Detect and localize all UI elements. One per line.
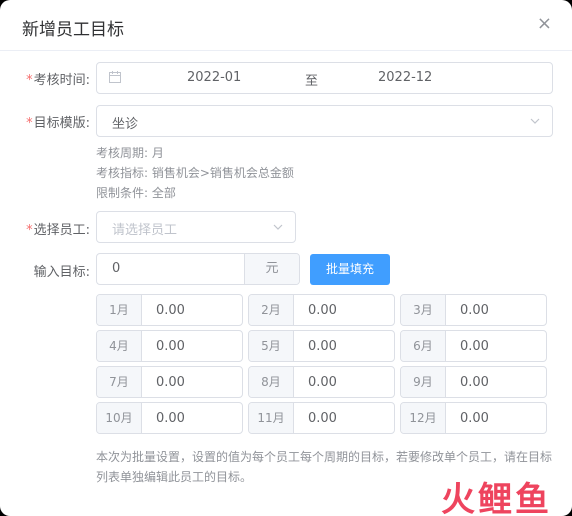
month-label: 10月 (97, 403, 142, 433)
month-label: 6月 (401, 331, 446, 361)
template-select[interactable]: 坐诊 (96, 105, 553, 137)
target-amount-input[interactable]: 0 元 (96, 253, 300, 285)
calendar-icon (109, 71, 121, 83)
chevron-down-icon (273, 224, 283, 230)
limit-info: 限制条件: 全部 (96, 186, 176, 200)
month-target-input[interactable]: 5月 0.00 (248, 330, 395, 362)
month-target-input[interactable]: 7月 0.00 (96, 366, 243, 398)
month-target-input[interactable]: 9月 0.00 (400, 366, 547, 398)
month-target-input[interactable]: 8月 0.00 (248, 366, 395, 398)
watermark-logo: 火鲤鱼 (441, 480, 552, 516)
month-value[interactable]: 0.00 (460, 411, 489, 426)
month-label: 3月 (401, 295, 446, 325)
required-mark: * (26, 223, 33, 238)
month-target-input[interactable]: 4月 0.00 (96, 330, 243, 362)
employee-placeholder: 请选择员工 (112, 223, 178, 238)
month-target-input[interactable]: 6月 0.00 (400, 330, 547, 362)
month-target-input[interactable]: 12月 0.00 (400, 402, 547, 434)
template-value: 坐诊 (112, 117, 139, 132)
month-label: 4月 (97, 331, 142, 361)
month-value[interactable]: 0.00 (308, 303, 337, 318)
month-label: 7月 (97, 367, 142, 397)
month-label: 11月 (249, 403, 294, 433)
dialog-header: 新增员工目标 × (0, 0, 572, 51)
required-mark: * (26, 116, 33, 131)
month-value[interactable]: 0.00 (308, 411, 337, 426)
range-separator: 至 (305, 74, 319, 89)
month-target-input[interactable]: 2月 0.00 (248, 294, 395, 326)
month-value[interactable]: 0.00 (308, 375, 337, 390)
month-label: 9月 (401, 367, 446, 397)
cycle-info: 考核周期: 月 (96, 146, 164, 160)
month-value[interactable]: 0.00 (156, 303, 185, 318)
employee-label: *选择员工: (26, 223, 90, 238)
month-target-input[interactable]: 10月 0.00 (96, 402, 243, 434)
month-label: 2月 (249, 295, 294, 325)
date-range-picker[interactable]: 2022-01 至 2022-12 (96, 62, 553, 94)
month-target-input[interactable]: 3月 0.00 (400, 294, 547, 326)
month-value[interactable]: 0.00 (156, 411, 185, 426)
month-value[interactable]: 0.00 (460, 375, 489, 390)
required-mark: * (26, 73, 33, 88)
batch-fill-button[interactable]: 批量填充 (310, 254, 390, 285)
month-target-input[interactable]: 11月 0.00 (248, 402, 395, 434)
month-value[interactable]: 0.00 (156, 339, 185, 354)
end-month-input[interactable]: 2022-12 (378, 70, 432, 85)
target-amount-value: 0 (112, 261, 121, 276)
month-target-input[interactable]: 1月 0.00 (96, 294, 243, 326)
template-label: *目标模版: (26, 116, 90, 131)
target-label: 输入目标: (33, 265, 90, 280)
metric-info: 考核指标: 销售机会>销售机会总金额 (96, 166, 294, 180)
month-label: 1月 (97, 295, 142, 325)
month-value[interactable]: 0.00 (308, 339, 337, 354)
month-value[interactable]: 0.00 (460, 339, 489, 354)
month-label: 5月 (249, 331, 294, 361)
add-employee-target-dialog: 新增员工目标 × *考核时间: 2022-01 至 2022-12 *目标模版:… (0, 0, 572, 516)
dialog-title: 新增员工目标 (22, 20, 124, 40)
employee-select[interactable]: 请选择员工 (96, 211, 296, 243)
currency-unit: 元 (244, 254, 299, 284)
chevron-down-icon (530, 118, 540, 124)
month-value[interactable]: 0.00 (156, 375, 185, 390)
month-value[interactable]: 0.00 (460, 303, 489, 318)
start-month-input[interactable]: 2022-01 (187, 70, 241, 85)
close-icon[interactable]: × (537, 14, 552, 34)
period-label: *考核时间: (26, 73, 90, 88)
month-label: 12月 (401, 403, 446, 433)
month-label: 8月 (249, 367, 294, 397)
